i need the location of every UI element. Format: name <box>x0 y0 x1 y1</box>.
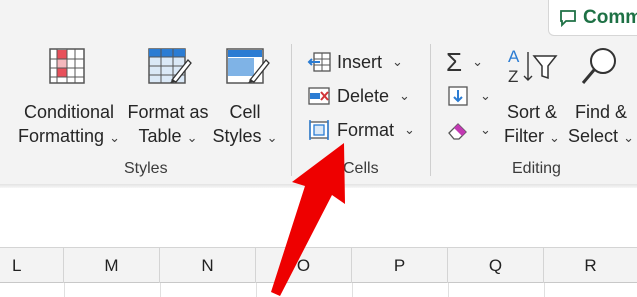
conditional-formatting-label-2: Formatting <box>18 126 105 146</box>
conditional-formatting-button[interactable]: Conditional Formatting ⌄ <box>14 46 124 150</box>
grid-line <box>160 283 161 297</box>
column-header[interactable]: L <box>0 248 64 283</box>
group-divider <box>430 44 431 176</box>
grid-line <box>64 283 65 297</box>
chevron-down-icon: ⌄ <box>109 130 120 145</box>
sort-filter-label-2: Filter <box>504 126 545 146</box>
format-button[interactable]: Format ⌄ <box>306 116 415 144</box>
column-header[interactable]: Q <box>448 248 544 283</box>
worksheet-grid[interactable] <box>0 283 637 297</box>
cell-styles-button[interactable]: Cell Styles ⌄ <box>210 46 280 150</box>
column-header[interactable]: O <box>256 248 352 283</box>
fill-button[interactable]: ⌄ <box>446 82 491 110</box>
conditional-formatting-label-1: Conditional <box>23 102 115 122</box>
cell-styles-label-2: Styles <box>212 126 262 146</box>
format-as-table-label-2: Table <box>138 126 182 146</box>
find-select-label-1: Find & <box>574 102 628 122</box>
conditional-formatting-icon <box>49 48 85 84</box>
svg-text:Z: Z <box>508 67 518 86</box>
chevron-down-icon: ⌄ <box>480 122 491 137</box>
grid-line <box>544 283 545 297</box>
svg-text:A: A <box>508 47 520 66</box>
chevron-down-icon: ⌄ <box>399 88 410 103</box>
chevron-down-icon: ⌄ <box>472 54 483 69</box>
grid-line <box>448 283 449 297</box>
format-as-table-label-1: Format as <box>127 102 209 122</box>
insert-label: Insert <box>337 51 383 72</box>
insert-button[interactable]: Insert ⌄ <box>306 48 403 76</box>
cell-styles-icon <box>226 48 270 84</box>
eraser-icon <box>448 123 467 140</box>
comment-icon <box>560 9 576 27</box>
column-header[interactable]: M <box>64 248 160 283</box>
delete-cells-icon <box>308 87 330 105</box>
sigma-icon: Σ <box>446 47 463 77</box>
find-select-label-2: Select <box>568 126 619 146</box>
format-label: Format <box>337 119 395 140</box>
column-header[interactable]: N <box>160 248 256 283</box>
chevron-down-icon: ⌄ <box>186 130 198 145</box>
sort-filter-button[interactable]: A Z Sort & Filter ⌄ <box>498 46 566 150</box>
chevron-down-icon: ⌄ <box>266 130 278 145</box>
chevron-down-icon: ⌄ <box>549 130 560 145</box>
chevron-down-icon: ⌄ <box>623 130 634 145</box>
autosum-button[interactable]: Σ ⌄ <box>446 48 483 76</box>
comments-label: Comm <box>583 6 637 28</box>
cell-styles-label-1: Cell <box>229 102 261 122</box>
delete-label: Delete <box>337 85 390 106</box>
cells-group-label: Cells <box>343 160 379 177</box>
format-as-table-button[interactable]: Format as Table ⌄ <box>126 46 210 150</box>
chevron-down-icon: ⌄ <box>480 88 491 103</box>
chevron-down-icon: ⌄ <box>392 54 403 69</box>
grid-line <box>256 283 257 297</box>
column-header[interactable]: R <box>544 248 637 283</box>
insert-cells-icon <box>307 52 331 72</box>
column-headers: L M N O P Q R <box>0 247 637 283</box>
clear-button[interactable]: ⌄ <box>446 116 491 144</box>
sort-filter-icon: A Z <box>508 47 558 86</box>
chevron-down-icon: ⌄ <box>404 122 415 137</box>
delete-button[interactable]: Delete ⌄ <box>306 82 410 110</box>
find-select-button[interactable]: Find & Select ⌄ <box>566 46 636 150</box>
format-cells-icon <box>309 120 329 140</box>
fill-down-icon <box>448 86 468 106</box>
magnifier-icon <box>581 48 616 84</box>
format-as-table-icon <box>148 48 192 84</box>
column-header[interactable]: P <box>352 248 448 283</box>
ribbon: Comm Conditional Formatting ⌄ Format as … <box>0 0 637 184</box>
grid-line <box>352 283 353 297</box>
editing-group-label: Editing <box>512 160 561 177</box>
comments-button[interactable]: Comm <box>548 0 637 36</box>
group-divider <box>291 44 292 176</box>
worksheet-top-area <box>0 188 637 247</box>
sort-filter-label-1: Sort & <box>506 102 558 122</box>
styles-group-label: Styles <box>124 160 168 177</box>
